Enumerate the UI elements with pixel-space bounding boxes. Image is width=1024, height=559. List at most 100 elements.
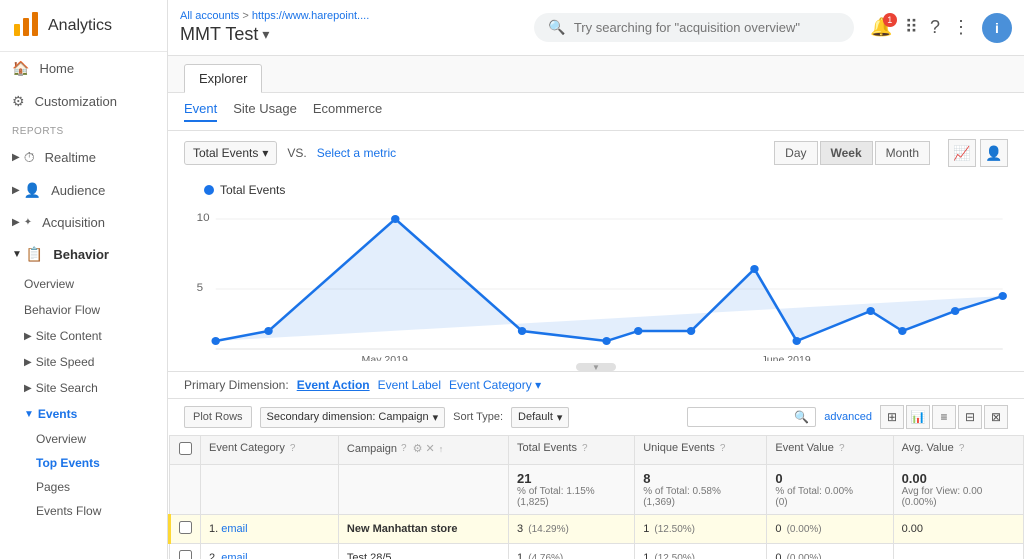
sort-type-dropdown[interactable]: Default ▾ xyxy=(511,407,569,428)
row1-check[interactable] xyxy=(170,515,201,544)
sidebar-item-site-speed[interactable]: ▶ Site Speed xyxy=(0,349,167,375)
analytics-logo xyxy=(12,10,40,41)
user-avatar[interactable]: i xyxy=(982,13,1012,43)
unique-events-help-icon[interactable]: ? xyxy=(720,443,726,454)
notification-badge: 1 xyxy=(883,13,897,27)
pie-chart-btn[interactable]: 👤 xyxy=(980,139,1008,167)
row2-category-link[interactable]: email xyxy=(221,552,247,559)
row2-event-value-pct: (0.00%) xyxy=(787,553,822,559)
breadcrumb-account-link[interactable]: All accounts xyxy=(180,10,239,22)
row1-unique-events-val: 1 xyxy=(643,523,649,535)
audience-icon: 👤 xyxy=(24,182,41,199)
sec-dim-dropdown-arrow: ▾ xyxy=(433,411,439,424)
sidebar-item-realtime[interactable]: ▶ ⏱ Realtime xyxy=(0,141,167,174)
sidebar-item-events[interactable]: ▼ Events xyxy=(0,401,167,427)
sub-tab-ecommerce[interactable]: Ecommerce xyxy=(313,101,382,122)
customization-icon: ⚙ xyxy=(12,93,25,110)
primary-dim-event-label[interactable]: Event Label xyxy=(378,378,441,392)
totals-total-events-abs: (1,825) xyxy=(517,497,626,508)
totals-unique-events-cell: 8 % of Total: 0.58% (1,369) xyxy=(635,465,767,515)
tab-explorer[interactable]: Explorer xyxy=(184,64,262,93)
plot-rows-button[interactable]: Plot Rows xyxy=(184,406,252,428)
site-content-label: Site Content xyxy=(36,329,102,343)
select-all-checkbox[interactable] xyxy=(179,442,192,455)
row1-event-value: 0 (0.00%) xyxy=(767,515,893,544)
totals-avg-value-sub: Avg for View: 0.00 xyxy=(902,486,1015,497)
breadcrumb-container: All accounts > https://www.harepoint....… xyxy=(180,10,518,45)
sub-tab-event[interactable]: Event xyxy=(184,101,217,122)
account-selector[interactable]: MMT Test ▾ xyxy=(180,24,518,45)
row1-category-link[interactable]: email xyxy=(221,523,247,535)
sidebar-audience-label: Audience xyxy=(51,183,105,198)
sidebar-behavior-label: Behavior xyxy=(53,247,109,262)
view-btn-list[interactable]: ≡ xyxy=(932,405,956,429)
sidebar-item-events-flow[interactable]: Events Flow xyxy=(0,499,167,523)
event-value-help-icon[interactable]: ? xyxy=(839,443,845,454)
sidebar-item-behavior-overview[interactable]: Overview xyxy=(0,271,167,297)
row1-event-category: 1. email xyxy=(201,515,339,544)
realtime-expand-arrow: ▶ xyxy=(12,152,20,163)
primary-dim-event-action[interactable]: Event Action xyxy=(297,378,370,392)
period-btn-month[interactable]: Month xyxy=(875,141,930,165)
sidebar-item-events-overview[interactable]: Overview xyxy=(0,427,167,451)
total-events-help-icon[interactable]: ? xyxy=(582,443,588,454)
chart-type-buttons: 📈 👤 xyxy=(948,139,1008,167)
row2-check[interactable] xyxy=(170,544,201,559)
row1-campaign: New Manhattan store xyxy=(338,515,508,544)
sidebar-item-customization[interactable]: ⚙ Customization xyxy=(0,85,167,118)
totals-avg-value-val: 0.00 xyxy=(902,471,1015,486)
row1-total-events: 3 (14.29%) xyxy=(509,515,635,544)
primary-dim-event-category[interactable]: Event Category ▾ xyxy=(449,378,541,392)
view-btn-pivot[interactable]: ⊟ xyxy=(958,405,982,429)
search-bar[interactable]: 🔍 xyxy=(534,13,854,42)
help-icon[interactable]: ? xyxy=(930,17,940,38)
notification-bell[interactable]: 🔔 1 xyxy=(870,17,892,38)
breadcrumb-url-link[interactable]: https://www.harepoint.... xyxy=(252,10,369,22)
sidebar-item-site-search[interactable]: ▶ Site Search xyxy=(0,375,167,401)
totals-campaign-cell xyxy=(338,465,508,515)
period-btn-week[interactable]: Week xyxy=(820,141,873,165)
site-search-expand-arrow: ▶ xyxy=(24,383,32,394)
sidebar-item-behavior-flow[interactable]: Behavior Flow xyxy=(0,297,167,323)
col-header-avg-value: Avg. Value ? xyxy=(893,436,1023,465)
totals-event-value-pct: % of Total: 0.00% xyxy=(775,486,884,497)
campaign-help-icon[interactable]: ? xyxy=(401,443,407,454)
apps-grid-icon[interactable]: ⠿ xyxy=(905,17,918,38)
avg-value-help-icon[interactable]: ? xyxy=(959,443,965,454)
app-title: Analytics xyxy=(48,17,112,35)
more-options-icon[interactable]: ⋮ xyxy=(952,17,970,38)
view-btn-grid[interactable]: ⊞ xyxy=(880,405,904,429)
advanced-link[interactable]: advanced xyxy=(824,411,872,423)
table-search-input[interactable] xyxy=(694,411,794,423)
search-input[interactable] xyxy=(574,20,834,35)
view-btn-chart[interactable]: 📊 xyxy=(906,405,930,429)
sidebar-item-home[interactable]: 🏠 Home xyxy=(0,52,167,85)
line-chart-btn[interactable]: 📈 xyxy=(948,139,976,167)
sidebar-item-top-events[interactable]: Top Events xyxy=(0,451,167,475)
table-search-box[interactable]: 🔍 xyxy=(687,407,816,427)
row1-unique-events: 1 (12.50%) xyxy=(635,515,767,544)
view-btn-compare[interactable]: ⊠ xyxy=(984,405,1008,429)
breadcrumb: All accounts > https://www.harepoint.... xyxy=(180,10,518,22)
sidebar-item-audience[interactable]: ▶ 👤 Audience xyxy=(0,174,167,207)
totals-avg-value-pct: (0.00%) xyxy=(902,497,1015,508)
metric-dropdown[interactable]: Total Events ▾ xyxy=(184,141,277,165)
sidebar-item-pages[interactable]: Pages xyxy=(0,475,167,499)
sub-tab-site-usage[interactable]: Site Usage xyxy=(233,101,297,122)
tabs-bar: Explorer xyxy=(168,56,1024,93)
event-category-help-icon[interactable]: ? xyxy=(290,443,296,454)
secondary-dimension-dropdown[interactable]: Secondary dimension: Campaign ▾ xyxy=(260,407,446,428)
chart-toolbar: Total Events ▾ VS. Select a metric Day W… xyxy=(168,131,1024,175)
col-header-event-category: Event Category ? xyxy=(201,436,339,465)
sidebar-item-acquisition[interactable]: ▶ ✦ Acquisition xyxy=(0,207,167,238)
account-name: MMT Test xyxy=(180,24,258,45)
site-speed-expand-arrow: ▶ xyxy=(24,357,32,368)
select-metric-link[interactable]: Select a metric xyxy=(317,146,396,160)
sort-dropdown-arrow: ▾ xyxy=(557,411,563,424)
svg-text:May 2019: May 2019 xyxy=(362,355,409,361)
period-btn-day[interactable]: Day xyxy=(774,141,817,165)
campaign-sort-arrow: ↑ xyxy=(439,444,444,454)
behavior-expand-arrow: ▼ xyxy=(12,249,22,260)
sidebar-item-behavior[interactable]: ▼ 📋 Behavior xyxy=(0,238,167,271)
sidebar-item-site-content[interactable]: ▶ Site Content xyxy=(0,323,167,349)
